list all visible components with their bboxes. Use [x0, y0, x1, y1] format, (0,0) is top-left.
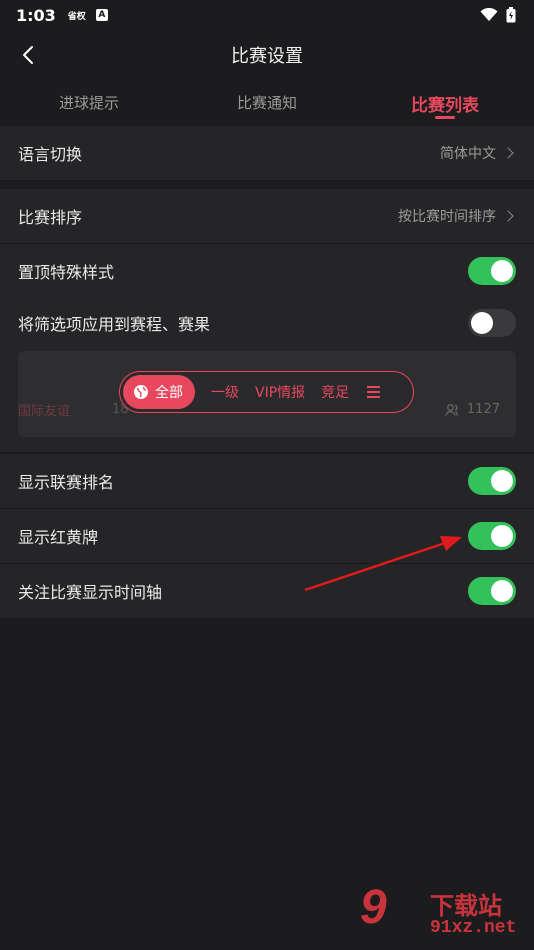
watermark-logo: 9 下载站 91xz.net — [360, 880, 530, 946]
watermark-big: 9 — [360, 881, 387, 934]
watermark-top: 下载站 — [430, 892, 502, 920]
annotation-arrow — [304, 536, 462, 592]
watermark-bottom: 91xz.net — [430, 918, 517, 938]
